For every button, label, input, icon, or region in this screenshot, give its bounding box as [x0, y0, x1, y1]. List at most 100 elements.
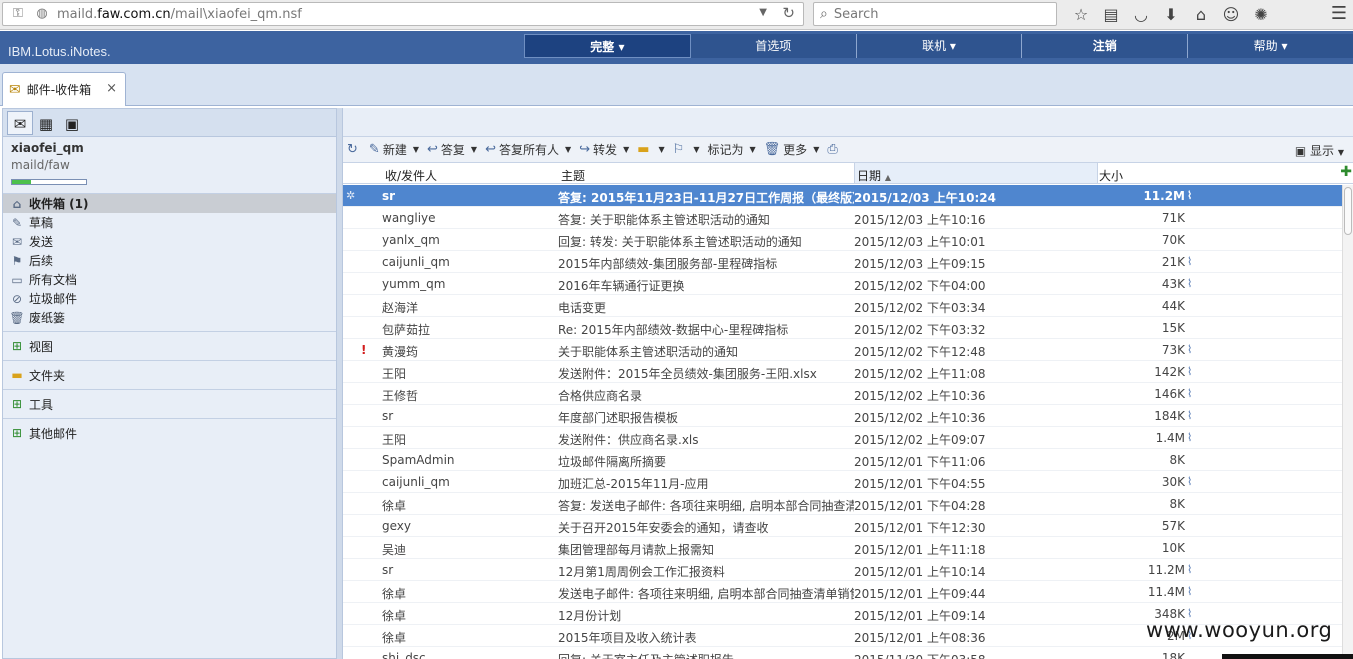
reply-all-icon: ↩: [485, 142, 496, 157]
table-row[interactable]: yumm_qm 2016年车辆通行证更换 2015/12/02 下午04:00 43K…: [343, 273, 1343, 295]
folder-followup[interactable]: ⚑ 后续: [3, 251, 336, 270]
refresh-button[interactable]: ↻: [347, 142, 361, 157]
folder-label: 后续: [29, 254, 54, 268]
table-row[interactable]: gexy 关于召开2015年安委会的通知，请查收 2015/12/01 下午12:3…: [343, 515, 1343, 537]
folder-drafts[interactable]: ✎ 草稿: [3, 213, 336, 232]
quota-fill: [12, 180, 31, 184]
key-icon: ⚿: [13, 6, 23, 21]
table-row[interactable]: 吴迪 集团管理部每月请款上报需知 2015/12/01 上午11:18 10K: [343, 537, 1343, 559]
tab-inbox[interactable]: ✉ 邮件-收件箱 ×: [2, 72, 126, 106]
nav-help[interactable]: 帮助 ▾: [1188, 34, 1353, 58]
nav-preferences[interactable]: 首选项: [691, 34, 857, 58]
scrollbar-thumb[interactable]: [1344, 187, 1352, 235]
table-row[interactable]: caijunli_qm 2015年内部绩效-集团服务部-里程碑指标 2015/12/…: [343, 251, 1343, 273]
folder-inbox[interactable]: ⌂ 收件箱 (1): [3, 194, 336, 213]
message-size: 8K: [1169, 453, 1185, 467]
message-size: 57K: [1161, 519, 1185, 533]
print-button[interactable]: ⎙: [827, 142, 840, 157]
hamburger-menu-icon[interactable]: ☰: [1331, 3, 1347, 24]
browser-search-input[interactable]: ⌕ Search: [813, 2, 1057, 26]
attachment-icon: ⌇: [1187, 189, 1193, 202]
message-subject: 12月份计划: [558, 609, 622, 623]
addon-icon[interactable]: ✺: [1246, 3, 1276, 27]
table-row[interactable]: yanlx_qm 回复: 转发: 关于职能体系主管述职活动的通知 2015/12/0…: [343, 229, 1343, 251]
reply-all-button[interactable]: ↩ 答复所有人 ▼: [485, 141, 571, 158]
table-row[interactable]: 徐卓 发送电子邮件: 各项往来明细, 启明本部合同抽查清单销售 2015/12/01…: [343, 581, 1343, 603]
folder-junk[interactable]: ⊘ 垃圾邮件: [3, 289, 336, 308]
table-row[interactable]: sr 年度部门述职报告模板 2015/12/02 上午10:36 184K ⌇: [343, 405, 1343, 427]
display-button[interactable]: ▣ 显示 ▼: [1295, 142, 1344, 159]
contacts-icon[interactable]: ▣: [59, 111, 85, 135]
table-row[interactable]: 王阳 发送附件：2015年全员绩效-集团服务-王阳.xlsx 2015/12/02 …: [343, 361, 1343, 383]
section-other-mail[interactable]: ⊞ 其他邮件: [3, 418, 336, 447]
move-to-folder-button[interactable]: ▬ ▼: [637, 142, 664, 157]
nav-online[interactable]: 联机 ▾: [857, 34, 1023, 58]
display-label: 显示: [1310, 144, 1335, 158]
message-subject: 电话变更: [558, 301, 607, 315]
table-row[interactable]: wangliye 答复: 关于职能体系主管述职活动的通知 2015/12/03 上午…: [343, 207, 1343, 229]
table-row[interactable]: sr 12月第1周周例会工作汇报资料 2015/12/01 上午10:14 11.2M…: [343, 559, 1343, 581]
pocket-icon[interactable]: ◡: [1126, 3, 1156, 27]
mail-icon[interactable]: ✉: [7, 110, 33, 135]
table-row[interactable]: ✲ sr 答复: 2015年11月23日-11月27日工作周报（最终版） 2015/1…: [343, 185, 1343, 207]
message-subject: 答复: 2015年11月23日-11月27日工作周报（最终版）: [558, 191, 854, 205]
calendar-icon[interactable]: ▦: [33, 111, 59, 135]
message-date: 2015/12/01 下午04:55: [854, 477, 986, 491]
message-from: shi_dsc: [382, 651, 426, 659]
tab-bar: ✉ 邮件-收件箱 ×: [0, 64, 1353, 106]
table-row[interactable]: 徐卓 答复: 发送电子邮件: 各项往来明细, 启明本部合同抽查清 2015/12/0…: [343, 493, 1343, 515]
section-views[interactable]: ⊞ 视图: [3, 331, 336, 360]
nav-full[interactable]: 完整 ▾: [524, 34, 691, 58]
home-icon[interactable]: ⌂: [1186, 3, 1216, 27]
reply-label: 答复: [440, 143, 465, 157]
table-row[interactable]: ! 黄漫筠 关于职能体系主管述职活动的通知 2015/12/02 下午12:48 73K…: [343, 339, 1343, 361]
reload-icon[interactable]: ↻: [782, 4, 795, 22]
chevron-down-icon: ▼: [749, 145, 756, 154]
table-row[interactable]: shi_dsc 回复: 关于室主任及主管述职报告2015/11/30 下午03:5…: [343, 647, 1343, 659]
vertical-scrollbar[interactable]: [1342, 185, 1353, 659]
message-subject: 年度部门述职报告模板: [558, 411, 679, 425]
column-subject[interactable]: 主题: [561, 167, 585, 184]
close-icon[interactable]: ×: [106, 81, 117, 96]
reply-all-label: 答复所有人: [498, 143, 559, 157]
followup-button[interactable]: ⚐ ▼: [673, 142, 700, 157]
chevron-down-icon: ▼: [623, 145, 630, 154]
download-icon[interactable]: ⬇: [1156, 3, 1186, 27]
message-from: 徐卓: [382, 609, 407, 623]
table-row[interactable]: 王修哲 合格供应商名录 2015/12/02 上午10:36 146K ⌇: [343, 383, 1343, 405]
message-date: 2015/12/01 上午11:18: [854, 543, 986, 557]
forward-button[interactable]: ↪ 转发 ▼: [579, 141, 629, 158]
message-size: 10K: [1161, 541, 1185, 555]
table-row[interactable]: SpamAdmin 垃圾邮件隔离所摘要 2015/12/01 下午11:06 8K: [343, 449, 1343, 471]
url-dropdown-icon[interactable]: ▼: [759, 7, 767, 18]
section-tools[interactable]: ⊞ 工具: [3, 389, 336, 418]
mark-as-button[interactable]: 标记为 ▼: [707, 141, 755, 158]
folder-all-documents[interactable]: ▭ 所有文档: [3, 270, 336, 289]
address-bar[interactable]: ⚿ ◍ maild.faw.com.cn/mail\xiaofei_qm.nsf…: [2, 2, 804, 26]
reading-list-icon[interactable]: ▤: [1096, 3, 1126, 27]
bookmark-star-icon[interactable]: ☆: [1066, 3, 1096, 27]
section-folders[interactable]: ▬ 文件夹: [3, 360, 336, 389]
new-icon: ✎: [368, 142, 380, 157]
message-from: caijunli_qm: [382, 255, 450, 269]
table-row[interactable]: 王阳 发送附件：供应商名录.xls 2015/12/02 上午09:07 1.4M ⌇: [343, 427, 1343, 449]
add-column-icon[interactable]: ✚: [1340, 164, 1352, 180]
chat-icon[interactable]: ☺: [1216, 3, 1246, 27]
chevron-down-icon: ▼: [813, 145, 820, 154]
folder-trash[interactable]: 🗑 废纸篓: [3, 308, 336, 327]
column-size[interactable]: 大小: [1099, 167, 1123, 184]
table-row[interactable]: caijunli_qm 加班汇总-2015年11月-应用 2015/12/01 下午…: [343, 471, 1343, 493]
new-button[interactable]: ✎ 新建 ▼: [369, 141, 419, 158]
message-size: 43K: [1161, 277, 1185, 291]
folder-sent[interactable]: ✉ 发送: [3, 232, 336, 251]
nav-logout[interactable]: 注销: [1022, 34, 1189, 58]
more-button[interactable]: 🗑 更多 ▼: [764, 141, 820, 158]
table-row[interactable]: 赵海洋 电话变更 2015/12/02 下午03:34 44K: [343, 295, 1343, 317]
column-from[interactable]: 收/发件人: [385, 167, 437, 184]
message-size: 146K: [1154, 387, 1185, 401]
column-date[interactable]: 日期 ▲: [857, 167, 891, 184]
reply-button[interactable]: ↩ 答复 ▼: [427, 141, 477, 158]
message-date: 2015/12/02 下午03:34: [854, 301, 986, 315]
table-row[interactable]: 包萨茹拉 Re: 2015年内部绩效-数据中心-里程碑指标 2015/12/02 下…: [343, 317, 1343, 339]
followup-flag-icon: ⚑: [11, 253, 23, 268]
